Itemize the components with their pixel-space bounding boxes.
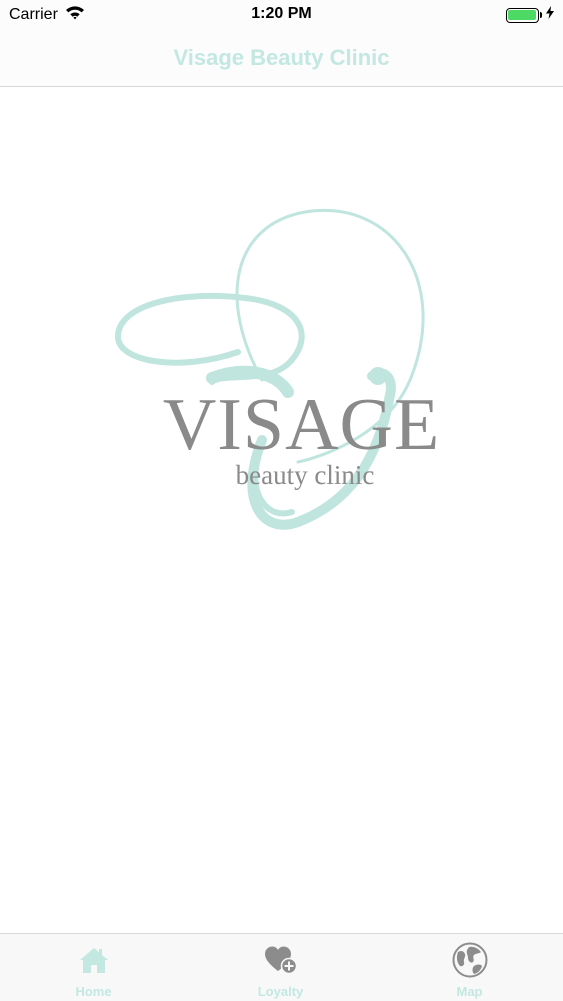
logo-tagline: beauty clinic [235,460,375,490]
tab-home-label: Home [75,984,112,999]
visage-logo: VISAGE beauty clinic [0,0,563,1000]
tab-loyalty-label: Loyalty [257,984,304,999]
logo-swirl-graphic [114,209,425,530]
tab-loyalty[interactable]: Loyalty [187,934,374,1001]
heart-plus-icon [187,942,374,978]
tab-home[interactable]: Home [0,934,187,1001]
globe-icon [376,942,563,978]
tab-map-label: Map [456,984,483,999]
tab-bar: Home Loyalty Map [0,933,563,1001]
logo-wordmark: VISAGE [162,384,441,466]
home-icon [0,942,187,978]
tab-map[interactable]: Map [376,934,563,1001]
